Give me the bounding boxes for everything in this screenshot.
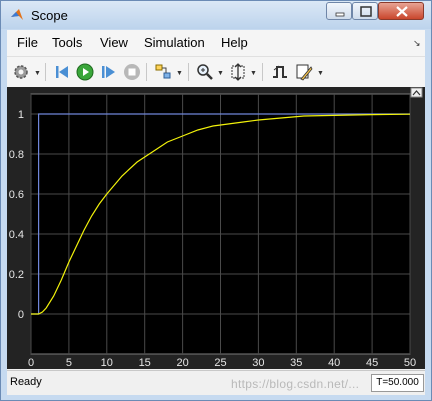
highlight-icon[interactable] [153,62,173,82]
status-text: Ready [10,376,42,388]
y-tick-label: 0.4 [9,229,24,241]
x-tick-label: 40 [328,357,340,369]
y-tick-label: 0.6 [9,189,24,201]
run-icon[interactable] [75,62,95,82]
zoom-icon[interactable] [195,62,215,82]
line-chart: 0 5 10 15 20 25 30 35 40 45 50 0 0.2 0.4 0.6 0.8 1 [9,87,423,369]
y-tick-label: 0.2 [9,269,24,281]
scope-client: File Tools View Simulation Help ↘ ▼ ▼ ▼ … [7,30,425,395]
window-title: Scope [31,8,68,23]
close-button[interactable] [378,2,424,20]
x-tick-label: 20 [176,357,188,369]
x-tick-label: 45 [366,357,378,369]
toolbar: ▼ ▼ ▼ ▼ ▼ [7,56,425,87]
x-tick-label: 50 [404,357,416,369]
toolbar-separator [45,63,46,81]
menu-bar: File Tools View Simulation Help ↘ [7,30,425,56]
stop-icon[interactable] [122,62,142,82]
x-tick-label: 25 [214,357,226,369]
highlight-dropdown-icon[interactable]: ▼ [176,70,183,77]
toolbar-separator [146,63,147,81]
style-icon[interactable] [294,62,314,82]
menu-help[interactable]: Help [221,35,248,50]
y-tick-label: 0.8 [9,149,24,161]
title-bar[interactable]: Scope [1,1,431,29]
status-bar: Ready https://blog.csdn.net/... T=50.000 [7,370,425,395]
toolbar-separator [188,63,189,81]
minimize-button[interactable] [326,2,352,20]
zoom-dropdown-icon[interactable]: ▼ [217,70,224,77]
x-tick-label: 15 [139,357,151,369]
menu-file[interactable]: File [17,35,38,50]
minimize-icon [335,12,345,17]
gear-icon[interactable] [11,62,31,82]
scope-window: Scope File Tools View Simulation Help ↘ … [0,0,432,401]
close-icon [396,6,408,17]
x-tick-label: 30 [252,357,264,369]
autoscale-dropdown-icon[interactable]: ▼ [250,70,257,77]
toolbar-separator [262,63,263,81]
watermark-text: https://blog.csdn.net/... [231,377,360,391]
simulation-time: T=50.000 [371,374,424,392]
matlab-logo-icon [11,9,23,20]
maximize-icon [360,6,372,17]
autoscale-icon[interactable] [228,62,248,82]
undock-icon[interactable] [410,87,423,98]
maximize-button[interactable] [352,2,378,20]
menu-dock-arrow-icon[interactable]: ↘ [413,38,421,49]
step-back-icon[interactable] [53,62,73,82]
y-tick-label: 1 [18,109,24,121]
x-tick-label: 10 [101,357,113,369]
x-tick-label: 5 [66,357,72,369]
y-tick-label: 0 [18,309,24,321]
x-tick-label: 0 [28,357,34,369]
style-dropdown-icon[interactable]: ▼ [317,70,324,77]
scope-display[interactable]: 0 5 10 15 20 25 30 35 40 45 50 0 0.2 0.4 0.6 0.8 1 [7,87,425,369]
step-forward-icon[interactable] [98,62,118,82]
triggers-icon[interactable] [270,62,290,82]
menu-tools[interactable]: Tools [52,35,82,50]
settings-dropdown-icon[interactable]: ▼ [34,70,41,77]
menu-simulation[interactable]: Simulation [144,35,205,50]
x-tick-label: 35 [290,357,302,369]
menu-view[interactable]: View [100,35,128,50]
